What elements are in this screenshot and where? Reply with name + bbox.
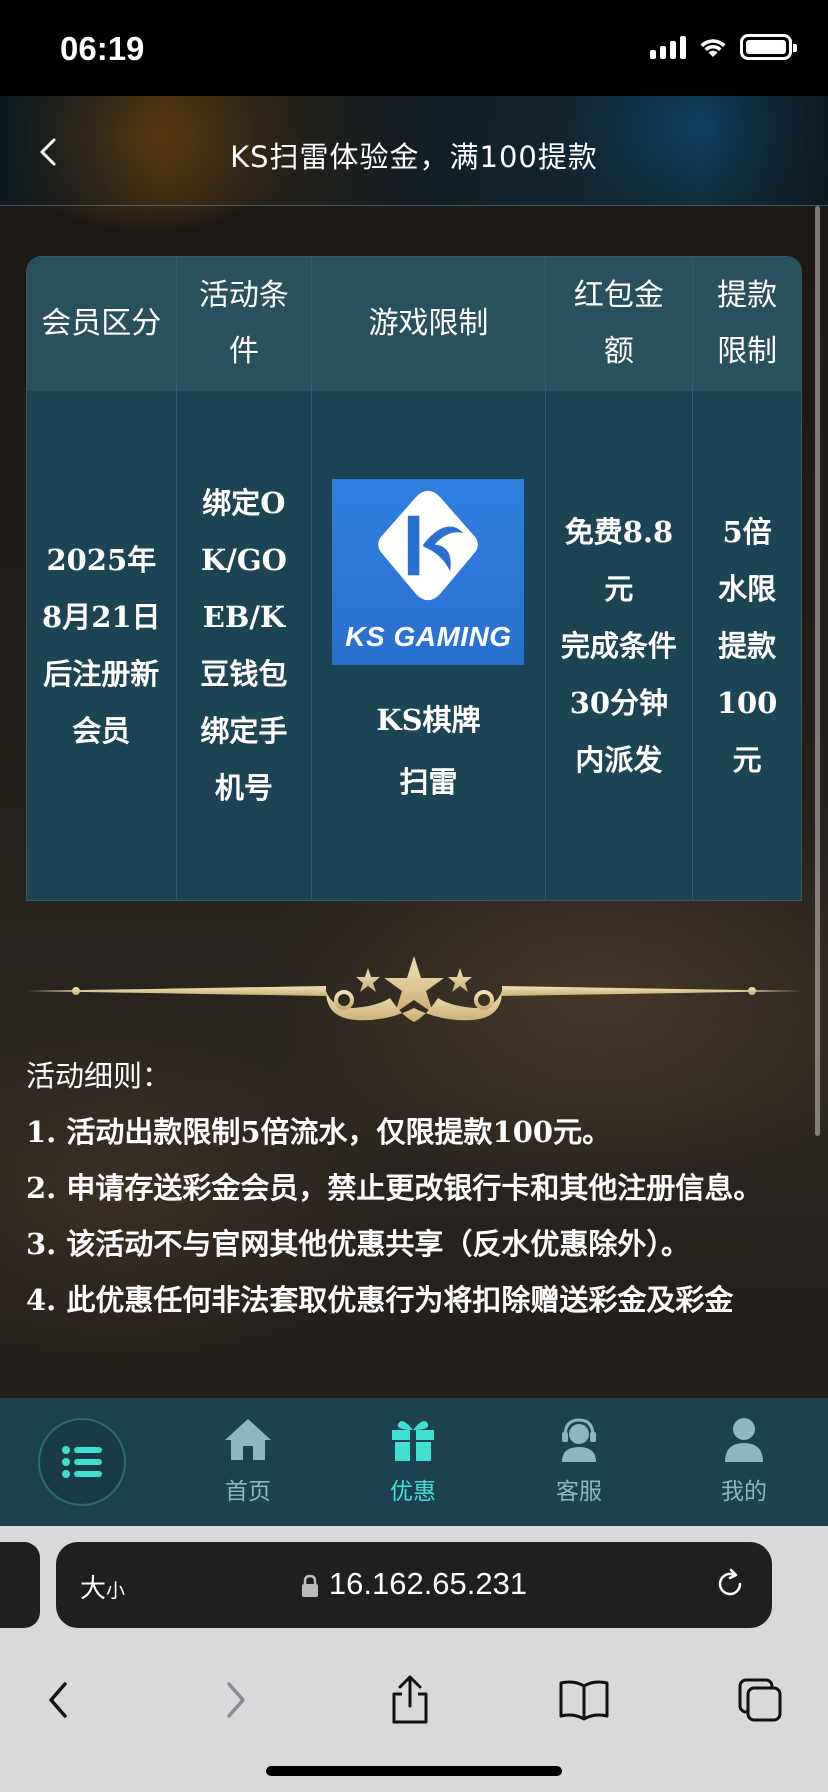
amount-line1: 免费8.8元: [564, 514, 674, 606]
ks-gaming-logo: KS GAMING: [332, 479, 525, 665]
cell-activity-condition: 绑定OK/GOEB/K豆钱包绑定手机号: [177, 391, 313, 900]
url-text: 16.162.65.231: [328, 1566, 528, 1601]
status-bar: 06:19: [0, 0, 828, 96]
game-name-line1: KS棋牌: [376, 703, 481, 737]
support-icon: [562, 1418, 596, 1462]
member-text: 2025年8月21日后注册新会员: [42, 543, 161, 748]
reload-button[interactable]: [712, 1566, 748, 1606]
tab-promotions-label: 优惠: [390, 1479, 436, 1505]
amount-line2: 完成条件: [560, 628, 677, 663]
activity-rules: 活动细则： 1. 活动出款限制5倍流水，仅限提款100元。 2. 申请存送彩金会…: [26, 1048, 806, 1328]
header-withdraw-limit: 提款限制: [717, 278, 778, 369]
browser-toolbar: [0, 1656, 828, 1746]
tab-profile-label: 我的: [721, 1479, 767, 1505]
home-icon: [225, 1419, 271, 1460]
share-icon: [392, 1675, 428, 1724]
url-display: 16.162.65.231: [56, 1566, 772, 1602]
cell-member-type: 2025年8月21日后注册新会员: [27, 391, 177, 900]
tab-home[interactable]: 首页: [188, 1416, 308, 1506]
book-icon: [559, 1680, 609, 1721]
tabs-button[interactable]: [730, 1670, 790, 1730]
tab-home-label: 首页: [225, 1479, 271, 1505]
lock-icon: [301, 1574, 318, 1597]
bottom-tab-bar: 首页 优惠 客服 我的: [0, 1398, 828, 1526]
status-icons: [650, 34, 797, 60]
wifi-icon: [700, 39, 726, 57]
battery-icon: [740, 34, 797, 60]
bookmarks-button[interactable]: [554, 1670, 614, 1730]
header-bonus-amount: 红包金额: [546, 257, 694, 391]
chevron-right-icon: [227, 1682, 245, 1718]
header-member-type: 会员区分: [27, 257, 177, 391]
tabs-icon: [738, 1678, 782, 1722]
tab-promotions[interactable]: 优惠: [353, 1416, 473, 1506]
address-bar[interactable]: 大小 16.162.65.231: [56, 1542, 772, 1628]
rule-item: 4. 此优惠任何非法套取优惠行为将扣除赠送彩金及彩金: [26, 1283, 734, 1317]
cell-bonus-amount: 免费8.8元 完成条件 30分钟内派发: [546, 391, 694, 900]
table-row: 2025年8月21日后注册新会员 绑定OK/GOEB/K豆钱包绑定手机号 KS …: [27, 391, 801, 900]
page-title: KS扫雷体验金，满100提款: [230, 140, 598, 174]
header-game-restriction: 游戏限制: [312, 257, 546, 391]
tab-support[interactable]: 客服: [519, 1416, 639, 1506]
page-header: KS扫雷体验金，满100提款: [0, 96, 828, 206]
logo-text: KS GAMING: [345, 621, 512, 652]
withdraw-text: 5倍水限提款100元: [716, 514, 778, 777]
browser-back-button[interactable]: [28, 1670, 88, 1730]
home-indicator[interactable]: [266, 1766, 562, 1776]
list-menu-icon: [62, 1446, 102, 1478]
chevron-left-icon: [49, 1682, 67, 1718]
ks-diamond-icon: [378, 490, 479, 601]
table-header-row: 会员区分 活动条件 游戏限制 红包金额 提款限制: [27, 257, 801, 391]
cellular-signal-icon: [650, 35, 686, 59]
amount-line3: 30分钟内派发: [569, 685, 669, 777]
previous-tab-preview[interactable]: [0, 1542, 40, 1628]
browser-chrome: 大小 16.162.65.231: [0, 1526, 828, 1792]
reload-icon: [718, 1568, 742, 1596]
share-button[interactable]: [380, 1670, 440, 1730]
browser-forward-button[interactable]: [206, 1670, 266, 1730]
rule-item: 3. 该活动不与官网其他优惠共享（反水优惠除外）。: [26, 1227, 690, 1261]
scrollbar[interactable]: [815, 206, 820, 1136]
star-ornament-divider: [26, 956, 802, 1022]
cell-game-restriction: KS GAMING KS棋牌 扫雷: [312, 391, 546, 900]
rule-item: 1. 活动出款限制5倍流水，仅限提款100元。: [26, 1115, 612, 1149]
rule-item: 2. 申请存送彩金会员，禁止更改银行卡和其他注册信息。: [26, 1171, 763, 1205]
tab-support-label: 客服: [556, 1479, 602, 1505]
cell-withdraw-limit: 5倍水限提款100元: [693, 391, 801, 900]
header-activity-condition: 活动条件: [177, 257, 313, 391]
status-time: 06:19: [60, 30, 145, 67]
user-icon: [725, 1418, 763, 1462]
promo-table: 会员区分 活动条件 游戏限制 红包金额 提款限制 2025年8月21日后注册新会…: [26, 256, 802, 901]
rules-title: 活动细则：: [26, 1059, 172, 1093]
game-name-line2: 扫雷: [399, 765, 458, 799]
gift-icon: [392, 1421, 434, 1461]
tab-profile[interactable]: 我的: [684, 1416, 804, 1506]
menu-button[interactable]: [38, 1418, 126, 1506]
condition-text: 绑定OK/GOEB/K豆钱包绑定手机号: [200, 486, 288, 805]
promo-page: KS扫雷体验金，满100提款 会员区分 活动条件 游戏限制 红包金额 提款限制 …: [0, 96, 828, 1526]
